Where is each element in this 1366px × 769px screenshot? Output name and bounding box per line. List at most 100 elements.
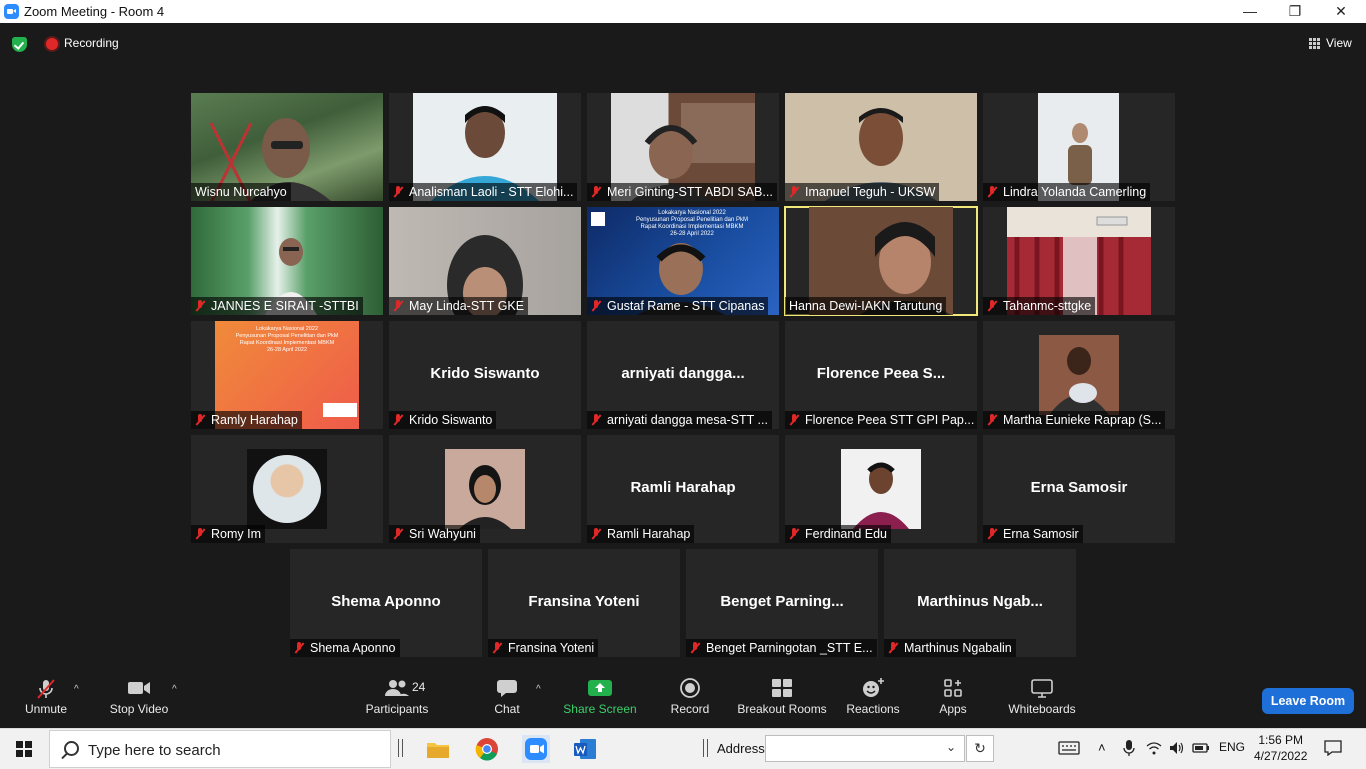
participant-tile[interactable]: Krido Siswanto Krido Siswanto	[389, 321, 581, 429]
muted-mic-icon	[987, 300, 997, 312]
participant-tile[interactable]: Analisman Laoli - STT Elohi...	[389, 93, 581, 201]
audio-options-caret[interactable]: ^	[74, 684, 79, 695]
muted-mic-icon	[195, 528, 205, 540]
notifications-icon[interactable]	[1324, 740, 1342, 759]
share-screen-button[interactable]: Share Screen	[562, 678, 638, 716]
windows-start-icon[interactable]	[16, 741, 32, 757]
video-options-caret[interactable]: ^	[172, 684, 177, 695]
microphone-icon[interactable]	[1123, 740, 1135, 759]
participants-button[interactable]: 24 Participants	[362, 678, 432, 716]
participant-name-label: Imanuel Teguh - UKSW	[785, 183, 940, 201]
participant-tile[interactable]: Tahanmc-sttgke	[983, 207, 1175, 315]
participant-tile[interactable]: Imanuel Teguh - UKSW	[785, 93, 977, 201]
chevron-down-icon[interactable]: ⌄	[946, 740, 956, 754]
participant-tile[interactable]: arniyati dangga... arniyati dangga mesa-S…	[587, 321, 779, 429]
refresh-button[interactable]: ↻	[966, 735, 994, 762]
breakout-rooms-button[interactable]: Breakout Rooms	[736, 678, 828, 716]
participant-name: Ferdinand Edu	[805, 527, 888, 541]
participant-tile[interactable]: Sri Wahyuni	[389, 435, 581, 543]
participant-name: Analisman Laoli - STT Elohi...	[409, 185, 574, 199]
word-icon[interactable]	[571, 735, 599, 763]
close-button[interactable]: ✕	[1318, 0, 1364, 23]
battery-icon[interactable]	[1192, 740, 1210, 759]
participant-name: May Linda-STT GKE	[409, 299, 525, 313]
participant-tile[interactable]: Martha Eunieke Raprap (S...	[983, 321, 1175, 429]
participant-tile[interactable]: Ramli Harahap Ramli Harahap	[587, 435, 779, 543]
participant-tile[interactable]: May Linda-STT GKE	[389, 207, 581, 315]
chat-button[interactable]: Chat	[488, 678, 526, 716]
muted-mic-icon	[987, 414, 997, 426]
zoom-taskbar-icon[interactable]	[522, 735, 550, 763]
participant-display-name: Krido Siswanto	[430, 365, 540, 382]
participant-tile[interactable]: Wisnu Nurcahyo	[191, 93, 383, 201]
participant-name: arniyati dangga mesa-STT ...	[607, 413, 768, 427]
participant-name: Ramly Harahap	[211, 413, 298, 427]
speaker-icon[interactable]	[1168, 740, 1186, 759]
file-explorer-icon[interactable]	[424, 735, 452, 763]
stop-video-button[interactable]: Stop Video	[106, 678, 172, 716]
participant-name: Lindra Yolanda Camerling	[1003, 185, 1147, 199]
apps-button[interactable]: Apps	[934, 678, 972, 716]
participant-tile[interactable]: Benget Parning... Benget Parningotan _STT…	[686, 549, 878, 657]
grid-view-icon[interactable]	[1309, 38, 1320, 49]
muted-mic-icon	[492, 642, 502, 654]
minimize-button[interactable]: —	[1227, 0, 1273, 23]
security-shield-icon[interactable]	[12, 37, 27, 52]
participant-tile[interactable]: Fransina Yoteni Fransina Yoteni	[488, 549, 680, 657]
smiley-plus-icon	[844, 678, 902, 698]
participant-name-label: Krido Siswanto	[389, 411, 497, 429]
participant-tile[interactable]: Florence Peea S... Florence Peea STT GPI …	[785, 321, 977, 429]
meeting-topbar: Recording View	[0, 23, 1366, 65]
taskbar-clock[interactable]: 1:56 PM 4/27/2022	[1254, 732, 1307, 764]
whiteboards-button[interactable]: Whiteboards	[1004, 678, 1080, 716]
muted-mic-icon	[393, 300, 403, 312]
muted-mic-icon	[591, 528, 601, 540]
participant-name-label: Analisman Laoli - STT Elohi...	[389, 183, 578, 201]
participant-tile[interactable]: JANNES E SIRAIT -STTBI	[191, 207, 383, 315]
participant-tile[interactable]: Erna Samosir Erna Samosir	[983, 435, 1175, 543]
reactions-button[interactable]: Reactions	[844, 678, 902, 716]
participant-photo	[247, 449, 327, 529]
participant-name: JANNES E SIRAIT -STTBI	[211, 299, 359, 313]
participant-tile[interactable]: Lindra Yolanda Camerling	[983, 93, 1175, 201]
participant-tile[interactable]: Ferdinand Edu	[785, 435, 977, 543]
address-label: Address	[717, 741, 765, 756]
record-button[interactable]: Record	[668, 678, 712, 716]
meeting-toolbar: Unmute ^ Stop Video ^ 24 Participants Ch…	[0, 672, 1366, 728]
search-icon	[64, 741, 79, 756]
keyboard-icon[interactable]	[1058, 740, 1080, 759]
record-icon	[668, 678, 712, 698]
participant-tile[interactable]: Marthinus Ngab... Marthinus Ngabalin	[884, 549, 1076, 657]
view-button[interactable]: View	[1326, 36, 1352, 50]
participant-name: Gustaf Rame - STT Cipanas	[607, 299, 765, 313]
share-screen-icon	[562, 678, 638, 698]
unmute-button[interactable]: Unmute	[20, 678, 72, 716]
language-indicator[interactable]: ENG	[1219, 740, 1245, 754]
restore-button[interactable]: ❐	[1272, 0, 1318, 23]
leave-room-button[interactable]: Leave Room	[1262, 688, 1354, 714]
participant-tile[interactable]: Hanna Dewi-IAKN Tarutung	[784, 206, 978, 316]
participant-name: Erna Samosir	[1003, 527, 1079, 541]
chevron-up-icon[interactable]: ˄	[1098, 740, 1106, 755]
muted-mic-icon	[987, 186, 997, 198]
taskbar-search-input[interactable]: Type here to search	[49, 730, 391, 768]
recording-label[interactable]: Recording	[64, 36, 119, 50]
participant-tile[interactable]: Shema Aponno Shema Aponno	[290, 549, 482, 657]
wifi-icon[interactable]	[1146, 740, 1162, 759]
chat-options-caret[interactable]: ^	[536, 684, 541, 695]
participant-tile[interactable]: Meri Ginting-STT ABDI SAB...	[587, 93, 779, 201]
participant-name: Florence Peea STT GPI Pap...	[805, 413, 975, 427]
participant-name: Ramli Harahap	[607, 527, 691, 541]
address-input[interactable]: ⌄	[765, 735, 965, 762]
participant-name-label: Hanna Dewi-IAKN Tarutung	[785, 297, 947, 315]
recording-icon[interactable]	[46, 38, 58, 50]
participant-name: Tahanmc-sttgke	[1003, 299, 1092, 313]
participant-tile[interactable]: Lokakarya Nasional 2022 Penyusunan Propos…	[587, 207, 779, 315]
participant-name-label: Ramly Harahap	[191, 411, 302, 429]
participant-tile[interactable]: Romy Im	[191, 435, 383, 543]
participant-tile[interactable]: Lokakarya Nasional 2022 Penyusunan Propos…	[191, 321, 383, 429]
participant-name: Krido Siswanto	[409, 413, 493, 427]
chrome-icon[interactable]	[473, 735, 501, 763]
participant-name-label: Meri Ginting-STT ABDI SAB...	[587, 183, 777, 201]
muted-mic-icon	[393, 186, 403, 198]
